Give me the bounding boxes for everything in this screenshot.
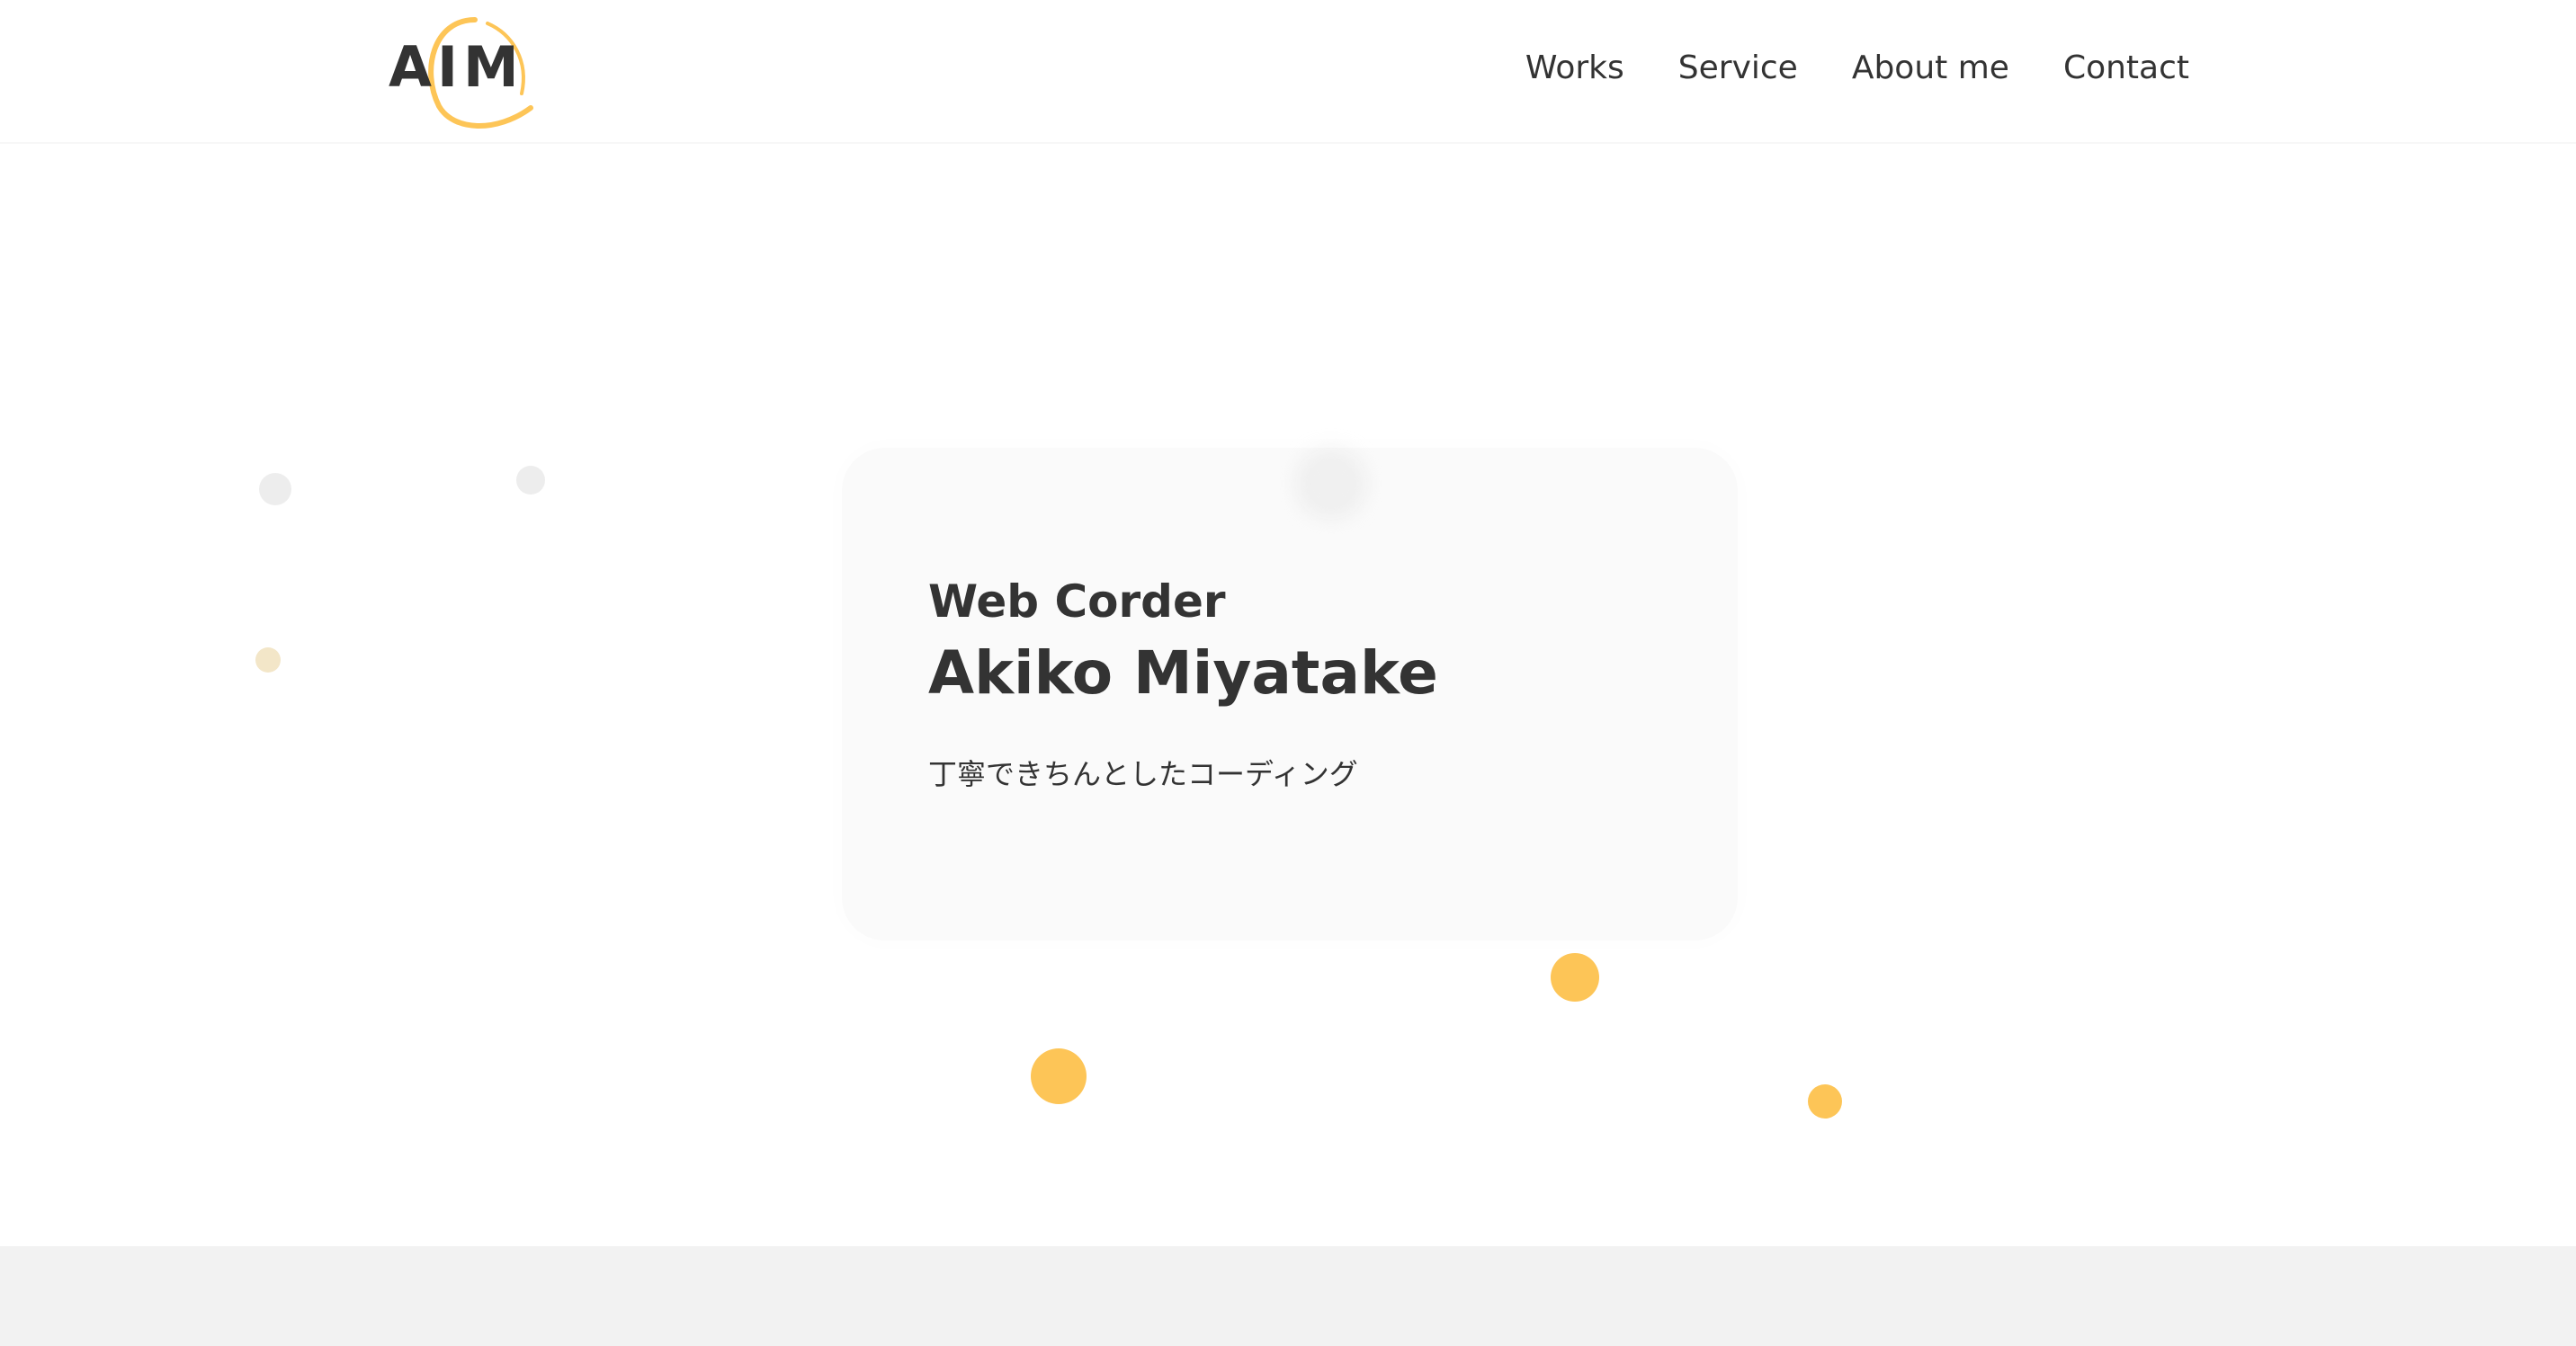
- hero-subtitle: Web Corder: [928, 575, 1226, 628]
- decorative-dot: [516, 466, 545, 495]
- nav-contact[interactable]: Contact: [2063, 45, 2189, 92]
- next-section-band: [0, 1246, 2576, 1346]
- hero-name: Akiko Miyatake: [928, 638, 1438, 708]
- card-decoration: [1295, 448, 1367, 520]
- decorative-dot: [1808, 1084, 1842, 1119]
- hero-tagline: 丁寧できちんとしたコーディング: [928, 757, 1358, 791]
- nav-about-me[interactable]: About me: [1852, 45, 2009, 92]
- site-header: AIM Works Service About me Contact: [0, 0, 2576, 144]
- decorative-dot: [1551, 953, 1599, 1002]
- hero-section: Web Corder Akiko Miyatake 丁寧できちんとしたコーディン…: [0, 144, 2576, 1246]
- nav-works[interactable]: Works: [1525, 45, 1624, 92]
- decorative-dot: [259, 473, 291, 505]
- main-nav: Works Service About me Contact: [1525, 45, 2189, 92]
- logo[interactable]: AIM: [378, 7, 558, 133]
- logo-text: AIM: [389, 34, 524, 100]
- decorative-dot: [1031, 1048, 1087, 1104]
- decorative-dot: [255, 647, 281, 673]
- nav-service[interactable]: Service: [1678, 45, 1798, 92]
